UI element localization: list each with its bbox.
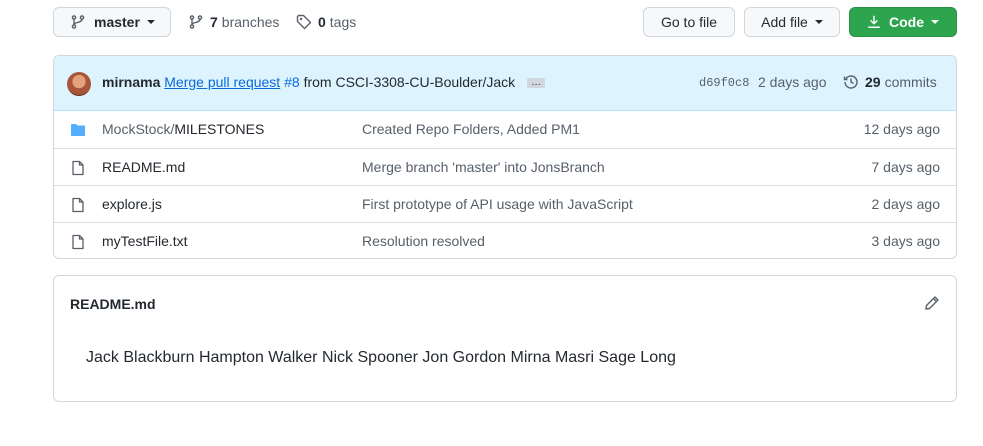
branches-label: branches: [221, 14, 280, 30]
file-icon: [72, 160, 84, 176]
file-name[interactable]: MockStock/MILESTONES: [102, 121, 264, 137]
folder-icon: [71, 124, 85, 136]
commit-message-link[interactable]: Merge pull request: [164, 74, 280, 90]
readme-panel: README.md Jack Blackburn Hampton Walker …: [53, 275, 957, 402]
file-commit-message[interactable]: Created Repo Folders, Added PM1: [362, 121, 580, 137]
file-commit-message[interactable]: First prototype of API usage with JavaSc…: [362, 196, 633, 212]
commits-count: 29: [865, 74, 881, 90]
file-age: 7 days ago: [871, 159, 941, 175]
download-icon: [868, 15, 880, 28]
file-name[interactable]: explore.js: [102, 196, 162, 212]
commits-label: commits: [884, 74, 937, 90]
git-branch-icon: [189, 15, 203, 29]
commits-history-link[interactable]: 29 commits: [843, 74, 937, 90]
tags-link[interactable]: 0 tags: [296, 7, 356, 37]
file-name-prefix: MockStock/: [102, 121, 175, 137]
file-commit-message[interactable]: Resolution resolved: [362, 233, 485, 249]
file-row[interactable]: MockStock/MILESTONES Created Repo Folder…: [54, 111, 956, 148]
file-row[interactable]: explore.js First prototype of API usage …: [54, 185, 956, 222]
file-row[interactable]: README.md Merge branch 'master' into Jon…: [54, 148, 956, 185]
commit-sha-link[interactable]: d69f0c8: [699, 76, 749, 90]
branch-select-button[interactable]: master: [53, 7, 171, 37]
file-row[interactable]: myTestFile.txt Resolution resolved 3 day…: [54, 222, 956, 258]
history-icon: [843, 75, 858, 89]
expand-commit-button[interactable]: …: [527, 78, 546, 89]
file-commit-message[interactable]: Merge branch 'master' into JonsBranch: [362, 159, 605, 175]
file-name-main: MILESTONES: [174, 121, 265, 137]
add-file-label: Add file: [761, 14, 808, 30]
code-button[interactable]: Code: [849, 7, 957, 37]
file-browser: mirnama Merge pull request #8 from CSCI-…: [53, 55, 957, 259]
tag-icon: [296, 14, 312, 30]
readme-content: Jack Blackburn Hampton Walker Nick Spoon…: [86, 349, 676, 366]
go-to-file-label: Go to file: [660, 14, 718, 30]
commit-author[interactable]: mirnama: [102, 74, 160, 90]
file-name[interactable]: README.md: [102, 159, 185, 175]
file-icon: [72, 234, 84, 250]
pull-request-link[interactable]: #8: [284, 74, 300, 90]
commit-time: 2 days ago: [758, 74, 827, 90]
chevron-down-icon: [931, 20, 939, 24]
tags-count: 0: [318, 14, 326, 30]
file-age: 12 days ago: [863, 121, 940, 137]
avatar[interactable]: [67, 72, 91, 96]
chevron-down-icon: [814, 20, 823, 24]
file-name[interactable]: myTestFile.txt: [102, 233, 188, 249]
file-age: 2 days ago: [871, 196, 941, 212]
git-branch-icon: [71, 15, 85, 29]
file-age: 3 days ago: [871, 233, 941, 249]
chevron-down-icon: [146, 20, 155, 24]
branch-name: master: [94, 14, 140, 30]
go-to-file-button[interactable]: Go to file: [643, 7, 735, 37]
repo-toolbar: master 7 branches 0 tags Go to file Add …: [53, 7, 957, 39]
pencil-icon[interactable]: [924, 295, 940, 311]
branches-link[interactable]: 7 branches: [188, 7, 279, 37]
commit-message: mirnama Merge pull request #8 from CSCI-…: [102, 74, 546, 90]
readme-title[interactable]: README.md: [70, 296, 156, 312]
latest-commit-bar: mirnama Merge pull request #8 from CSCI-…: [54, 56, 956, 111]
tags-label: tags: [329, 14, 357, 30]
branches-count: 7: [210, 14, 218, 30]
code-label: Code: [889, 14, 924, 30]
commit-message-rest: from CSCI-3308-CU-Boulder/Jack: [303, 74, 516, 90]
file-icon: [72, 197, 84, 213]
add-file-button[interactable]: Add file: [744, 7, 840, 37]
